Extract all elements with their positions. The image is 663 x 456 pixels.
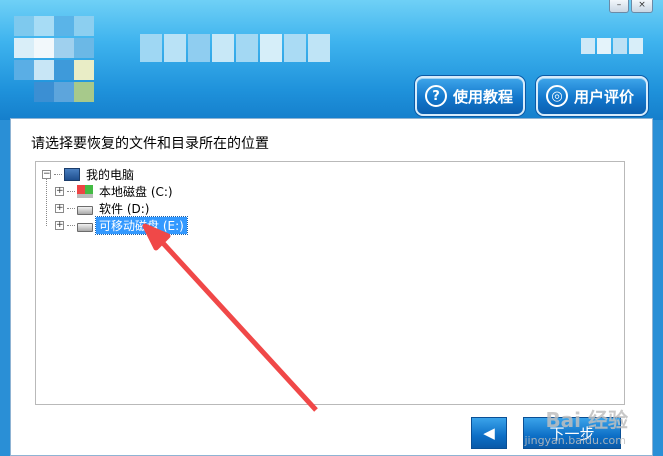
tree-node-label: 软件 (D:): [99, 202, 150, 216]
tree-node-software-d[interactable]: + 软件 (D:): [42, 200, 187, 217]
tree-dots: [67, 208, 75, 209]
window-controls: – ×: [609, 0, 653, 13]
watermark-url: jingyan.baidu.com: [524, 434, 626, 447]
app-header: – × ? 使用教程 ◎ 用户评价: [0, 0, 663, 120]
close-button[interactable]: ×: [631, 0, 653, 13]
watermark-brand: Bai 经验: [545, 408, 628, 432]
location-tree-box[interactable]: − 我的电脑 + 本地磁盘 (C:) + 软件 (D:) + 可移动磁盘 (E:…: [35, 161, 625, 405]
minimize-button[interactable]: –: [609, 0, 629, 13]
tree-dots: [67, 225, 75, 226]
location-prompt: 请选择要恢复的文件和目录所在的位置: [31, 136, 269, 152]
tree-dots: [54, 174, 62, 175]
help-tutorial-label: 使用教程: [453, 87, 514, 106]
location-tree: − 我的电脑 + 本地磁盘 (C:) + 软件 (D:) + 可移动磁盘 (E:…: [42, 166, 188, 235]
recovery-window: – × ? 使用教程 ◎ 用户评价 请选择要恢复的文件和目录所在的位置 − 我的…: [0, 0, 663, 456]
question-icon: ?: [425, 85, 447, 107]
collapse-icon[interactable]: −: [42, 170, 51, 179]
app-logo: [14, 16, 114, 106]
user-review-label: 用户评价: [574, 87, 635, 106]
tree-node-label: 本地磁盘 (C:): [99, 185, 173, 199]
tree-node-local-disk-c[interactable]: + 本地磁盘 (C:): [42, 183, 187, 200]
removable-drive-icon: [77, 222, 93, 232]
system-drive-icon: [77, 185, 93, 198]
tree-node-removable-disk-e[interactable]: + 可移动磁盘 (E:): [42, 216, 188, 235]
tree-dots: [67, 191, 75, 192]
back-arrow-icon: ◀: [483, 424, 495, 442]
gear-icon: ◎: [546, 85, 568, 107]
tree-node-label: 我的电脑: [86, 168, 135, 182]
tree-node-label: 可移动磁盘 (E:): [95, 216, 188, 235]
drive-icon: [77, 205, 93, 215]
back-button[interactable]: ◀: [471, 417, 507, 449]
content-panel: 请选择要恢复的文件和目录所在的位置 − 我的电脑 + 本地磁盘 (C:) + 软…: [10, 118, 653, 456]
help-tutorial-button[interactable]: ? 使用教程: [415, 76, 525, 116]
expand-icon[interactable]: +: [55, 221, 64, 230]
user-review-button[interactable]: ◎ 用户评价: [536, 76, 648, 116]
expand-icon[interactable]: +: [55, 187, 64, 196]
tree-node-my-computer[interactable]: − 我的电脑: [42, 166, 187, 183]
computer-icon: [64, 168, 80, 181]
expand-icon[interactable]: +: [55, 204, 64, 213]
user-info: [581, 38, 643, 54]
